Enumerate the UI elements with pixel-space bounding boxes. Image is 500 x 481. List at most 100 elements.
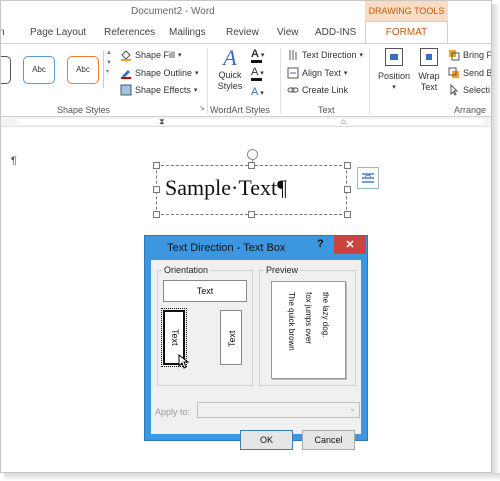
orientation-vertical-up-label: Text bbox=[227, 330, 237, 347]
text-box-content[interactable]: Sample·Text¶ bbox=[165, 175, 287, 201]
shape-style-thumb-blue[interactable]: Abc bbox=[23, 56, 55, 84]
quick-styles-label-1: Quick bbox=[218, 70, 242, 80]
orientation-vertical-up-option[interactable]: Text bbox=[220, 310, 242, 365]
wrap-text-icon bbox=[420, 48, 438, 66]
align-text-icon bbox=[287, 67, 299, 79]
wrap-label-2: Text bbox=[420, 82, 438, 92]
create-link-button[interactable]: Create Link bbox=[287, 84, 348, 96]
shape-style-thumb-partial[interactable] bbox=[1, 56, 11, 84]
text-group-label: Text bbox=[318, 105, 335, 115]
text-effects-icon[interactable]: A ▾ bbox=[251, 86, 264, 98]
apply-to-select[interactable]: ⌄ bbox=[197, 402, 360, 418]
separator bbox=[207, 48, 208, 114]
style-gallery-scroll[interactable]: ▲ ▼ ▾ bbox=[103, 50, 113, 88]
align-text-button[interactable]: Align Text ▾ bbox=[287, 67, 347, 79]
dialog-launcher-icon[interactable]: ↘ bbox=[199, 104, 205, 112]
wordart-styles-group-label: WordArt Styles bbox=[210, 105, 270, 115]
text-direction-button[interactable]: Text Direction ▾ bbox=[287, 49, 363, 61]
wordart-a-icon: A bbox=[223, 45, 237, 70]
word-window: Document2 - Word DRAWING TOOLS n Page La… bbox=[0, 0, 492, 473]
shape-styles-group-label: Shape Styles bbox=[57, 105, 111, 115]
resize-handle[interactable] bbox=[344, 162, 351, 169]
close-button[interactable]: ✕ bbox=[334, 236, 366, 254]
text-direction-dialog: Text Direction - Text Box ? ✕ Orientatio… bbox=[144, 235, 368, 450]
shape-fill-button[interactable]: Shape Fill ▾ bbox=[120, 49, 182, 61]
dialog-body: Orientation Text Text Text Preview The q… bbox=[151, 260, 361, 450]
layout-options-icon bbox=[362, 173, 374, 183]
help-icon[interactable]: ? bbox=[317, 238, 324, 250]
text-direction-icon bbox=[287, 49, 299, 61]
dialog-title: Text Direction - Text Box bbox=[167, 242, 286, 254]
wrap-label-1: Wrap bbox=[418, 71, 440, 81]
preview-card: The quick brown fox jumps over the lazy … bbox=[271, 281, 346, 379]
quick-styles-label-2: Styles bbox=[217, 81, 243, 91]
resize-handle[interactable] bbox=[153, 162, 160, 169]
horizontal-ruler[interactable]: ⧗ ⌂ bbox=[1, 117, 491, 127]
title-bar: Document2 - Word DRAWING TOOLS bbox=[1, 1, 491, 21]
align-text-label: Align Text bbox=[302, 68, 341, 78]
window-shadow bbox=[4, 473, 500, 481]
ok-button[interactable]: OK bbox=[240, 430, 293, 450]
apply-to-label: Apply to: bbox=[155, 407, 191, 417]
arrange-group-label: Arrange bbox=[454, 105, 487, 115]
selection-pane-button[interactable]: Selecti bbox=[448, 83, 491, 96]
shape-style-thumb-orange[interactable]: Abc bbox=[67, 56, 99, 84]
bring-forward-button[interactable]: Bring F bbox=[448, 49, 492, 61]
tab-review[interactable]: Review bbox=[226, 27, 259, 38]
tab-view[interactable]: View bbox=[277, 27, 299, 38]
text-fill-color-bar bbox=[251, 60, 262, 63]
resize-handle[interactable] bbox=[153, 211, 160, 218]
tab-references[interactable]: References bbox=[104, 27, 155, 38]
link-icon bbox=[287, 84, 299, 96]
resize-handle[interactable] bbox=[248, 211, 255, 218]
tab-add-ins[interactable]: ADD-INS bbox=[315, 27, 356, 38]
orientation-vertical-down-label: Text bbox=[170, 329, 180, 346]
orientation-horizontal-option[interactable]: Text bbox=[163, 280, 247, 302]
shape-outline-button[interactable]: Shape Outline ▾ bbox=[120, 67, 199, 79]
wrap-text-button[interactable]: Wrap Text bbox=[414, 48, 444, 93]
tab-mailings[interactable]: Mailings bbox=[169, 27, 206, 38]
chevron-down-icon: ▾ bbox=[392, 84, 396, 91]
text-outline-icon[interactable]: A ▾ bbox=[251, 66, 264, 78]
window-shadow bbox=[492, 4, 500, 481]
mouse-cursor-icon bbox=[178, 354, 190, 369]
position-icon bbox=[385, 48, 403, 66]
layout-options-button[interactable] bbox=[357, 167, 379, 189]
separator bbox=[369, 48, 370, 114]
tab-format[interactable]: FORMAT bbox=[365, 21, 448, 44]
drawing-tools-header: DRAWING TOOLS bbox=[365, 1, 448, 21]
orientation-label: Orientation bbox=[162, 265, 211, 275]
ribbon: Abc Abc ▲ ▼ ▾ Shape Fill ▾ Shape Outline ▾… bbox=[1, 43, 492, 117]
bring-forward-label: Bring F bbox=[463, 50, 492, 60]
tab-insert[interactable]: n bbox=[1, 27, 5, 38]
preview-group: Preview The quick brown fox jumps over t… bbox=[259, 265, 356, 386]
resize-handle[interactable] bbox=[344, 211, 351, 218]
paragraph-mark: ¶ bbox=[11, 155, 17, 167]
resize-handle[interactable] bbox=[248, 162, 255, 169]
preview-line: fox jumps over bbox=[304, 292, 313, 345]
preview-line: the lazy dog. bbox=[321, 292, 330, 338]
pencil-icon bbox=[120, 67, 132, 79]
position-label: Position bbox=[377, 71, 411, 81]
text-box[interactable]: Sample·Text¶ bbox=[156, 165, 347, 215]
resize-handle[interactable] bbox=[344, 186, 351, 193]
shape-effects-label: Shape Effects bbox=[135, 85, 191, 95]
selection-pane-label: Selecti bbox=[463, 85, 491, 95]
right-indent-marker-icon[interactable]: ⌂ bbox=[341, 117, 346, 127]
tab-page-layout[interactable]: Page Layout bbox=[30, 27, 86, 38]
resize-handle[interactable] bbox=[153, 186, 160, 193]
position-button[interactable]: Position ▾ bbox=[375, 48, 413, 93]
rotate-handle-icon[interactable] bbox=[247, 149, 258, 160]
window-title: Document2 - Word bbox=[131, 6, 215, 17]
paint-bucket-icon bbox=[120, 49, 132, 61]
preview-line: The quick brown bbox=[287, 292, 296, 351]
cancel-button[interactable]: Cancel bbox=[302, 430, 355, 450]
indent-marker-icon[interactable]: ⧗ bbox=[159, 117, 165, 127]
effects-icon bbox=[120, 84, 132, 96]
quick-styles-button[interactable]: A Quick Styles bbox=[213, 46, 247, 92]
text-fill-icon[interactable]: A ▾ bbox=[251, 48, 264, 60]
shape-fill-label: Shape Fill bbox=[135, 50, 176, 60]
shape-effects-button[interactable]: Shape Effects ▾ bbox=[120, 84, 197, 96]
send-backward-button[interactable]: Send B bbox=[448, 67, 491, 79]
create-link-label: Create Link bbox=[302, 85, 349, 95]
